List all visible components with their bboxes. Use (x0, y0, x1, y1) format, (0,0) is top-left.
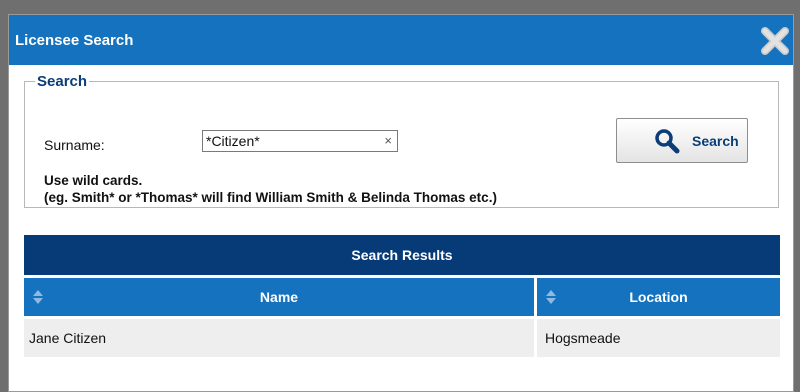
search-fieldset: Search Surname: × Use wild cards. (eg. S… (24, 73, 779, 208)
search-results-table: Search Results Name Location Jane Citize… (24, 235, 780, 357)
dialog-titlebar: Licensee Search (9, 15, 793, 65)
column-header-location[interactable]: Location (537, 278, 780, 316)
search-button-label: Search (692, 133, 739, 149)
surname-field-wrapper: × (202, 130, 398, 152)
wildcard-hint-title: Use wild cards. (44, 173, 143, 188)
sort-arrows-icon (33, 290, 43, 304)
column-header-name[interactable]: Name (24, 278, 534, 316)
magnifier-icon (655, 129, 680, 154)
result-location-cell: Hogsmeade (537, 319, 780, 357)
search-button[interactable]: Search (616, 118, 748, 163)
surname-input[interactable] (203, 131, 376, 151)
column-header-row: Name Location (24, 278, 780, 316)
sort-arrows-icon (546, 290, 556, 304)
close-x-icon[interactable] (757, 23, 793, 59)
dialog-title: Licensee Search (15, 32, 134, 49)
clear-input-icon[interactable]: × (384, 133, 392, 148)
search-results-header: Search Results (24, 235, 780, 275)
table-row[interactable]: Jane Citizen Hogsmeade (24, 319, 780, 357)
column-header-location-label: Location (629, 289, 688, 305)
wildcard-hint-example: (eg. Smith* or *Thomas* will find Willia… (44, 190, 497, 205)
column-header-name-label: Name (259, 289, 299, 305)
search-legend: Search (37, 73, 88, 90)
licensee-search-dialog: Licensee Search Search Surname: × Use wi… (8, 14, 794, 392)
surname-label: Surname: (44, 137, 105, 153)
result-name-cell: Jane Citizen (24, 319, 534, 357)
